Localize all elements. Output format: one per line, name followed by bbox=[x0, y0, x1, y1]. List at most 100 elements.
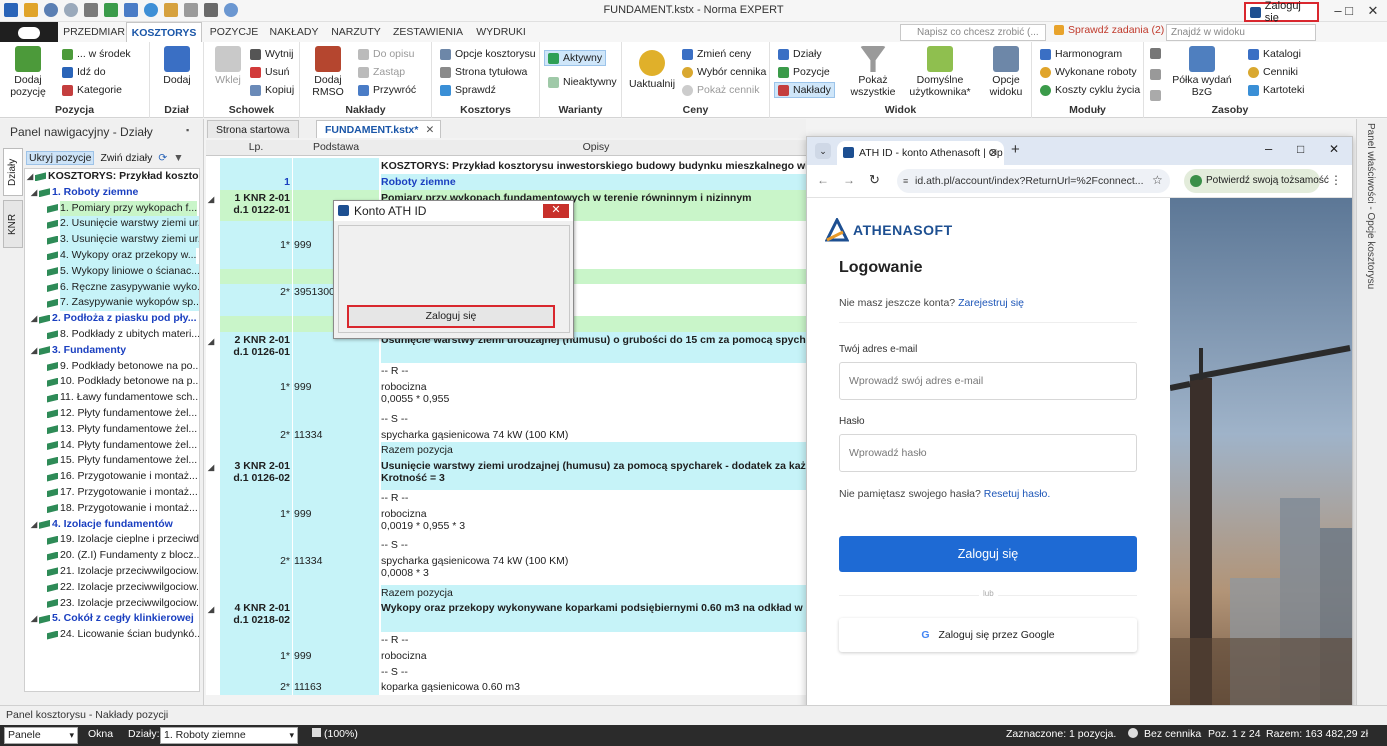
tree-root[interactable]: ◢ KOSZTORYS: Przykład koszto... bbox=[25, 169, 199, 185]
cell-opis[interactable]: -- S -- bbox=[381, 666, 806, 678]
tree-section[interactable]: ◢ 1. Roboty ziemne bbox=[25, 185, 199, 201]
resources-panel-title[interactable]: Panel kosztorysu - Nakłady pozycji bbox=[0, 705, 1387, 725]
folder-icon[interactable] bbox=[24, 3, 38, 17]
expand-arrow-icon[interactable]: ◢ bbox=[208, 604, 214, 616]
change-prices-button[interactable]: Zmień ceny bbox=[682, 48, 751, 60]
view-sections-button[interactable]: Działy bbox=[778, 48, 822, 60]
grid-row[interactable]: KOSZTORYS: Przykład kosztorysu inwestors… bbox=[206, 158, 806, 174]
cell-opis[interactable]: koparka gąsienicowa 0.60 m3 bbox=[381, 681, 806, 693]
add-section-button[interactable]: Dodaj bbox=[156, 46, 198, 86]
tab-zestawienia[interactable]: ZESTAWIENIA bbox=[388, 22, 468, 42]
tree-position[interactable]: 6. Ręczne zasypywanie wyko... bbox=[25, 279, 199, 296]
gear-small-icon[interactable] bbox=[1150, 69, 1161, 80]
expand-arrow-icon[interactable]: ◢ bbox=[27, 169, 35, 185]
vtab-knr[interactable]: KNR bbox=[3, 200, 23, 248]
calculator-icon[interactable] bbox=[104, 3, 118, 17]
cell-podstawa[interactable]: 11334 bbox=[293, 429, 379, 441]
cell-opis[interactable]: -- R -- bbox=[381, 492, 806, 504]
tree-position[interactable]: 22. Izolacje przeciwwilgociow... bbox=[25, 580, 199, 596]
register-link[interactable]: Zarejestruj się bbox=[958, 297, 1024, 309]
tab-start-page[interactable]: Strona startowa bbox=[207, 120, 299, 138]
cell-opis[interactable]: Wykopy oraz przekopy wykonywane koparkam… bbox=[381, 602, 806, 614]
expand-arrow-icon[interactable]: ◢ bbox=[208, 462, 214, 474]
tree-position[interactable]: 2. Usunięcie warstwy ziemi ur... bbox=[25, 216, 199, 233]
cell-lp[interactable]: 1 KNR 2-01 d.1 0122-01 bbox=[220, 192, 292, 216]
expand-arrow-icon[interactable]: ◢ bbox=[31, 611, 39, 627]
password-field[interactable]: Wprowadź hasło bbox=[839, 434, 1137, 472]
tree-position[interactable]: 13. Płyty fundamentowe żel... bbox=[25, 422, 199, 438]
tab-wydruki[interactable]: WYDRUKI bbox=[470, 22, 532, 42]
refresh-icon[interactable]: ⟳ bbox=[158, 152, 167, 164]
grid-row[interactable]: 2* 11334 spycharka gąsienicowa 74 kW (100 … bbox=[206, 426, 806, 443]
tree-position[interactable]: 4. Wykopy oraz przekopy w... bbox=[25, 247, 199, 264]
col-opisy[interactable]: Opisy bbox=[381, 141, 811, 153]
grid-row[interactable]: 1* 999 robocizna bbox=[206, 647, 806, 664]
expand-arrow-icon[interactable]: ◢ bbox=[208, 336, 214, 348]
lifecycle-costs-button[interactable]: Koszty cyklu życia bbox=[1040, 84, 1140, 96]
cell-lp[interactable]: 4 KNR 2-01 d.1 0218-02 bbox=[220, 602, 292, 626]
tab-list-icon[interactable]: ⌄ bbox=[815, 143, 831, 159]
tasks-button[interactable]: Sprawdź zadania (2) bbox=[1054, 24, 1164, 36]
tab-naklady[interactable]: NAKŁADY bbox=[264, 22, 324, 42]
globe-icon[interactable] bbox=[144, 3, 158, 17]
close-icon[interactable]: ✕ bbox=[1358, 0, 1387, 22]
cell-opis[interactable]: Usunięcie warstwy ziemi urodzajnej (humu… bbox=[381, 460, 806, 484]
verify-identity-chip[interactable]: Potwierdź swoją tożsamość bbox=[1184, 169, 1329, 193]
cell-podstawa[interactable]: 11334 bbox=[293, 555, 379, 567]
grid-row[interactable]: 1 Roboty ziemne bbox=[206, 173, 806, 190]
reload-icon[interactable]: ↻ bbox=[869, 172, 880, 188]
tree-position[interactable]: 23. Izolacje przeciwwilgociow... bbox=[25, 596, 199, 612]
document-icon[interactable] bbox=[184, 3, 198, 17]
cell-lp[interactable]: 2* bbox=[220, 286, 292, 298]
tree-position[interactable]: 10. Podkłady betonowe na p... bbox=[25, 374, 199, 390]
schedule-button[interactable]: Harmonogram bbox=[1040, 48, 1122, 60]
dialog-close-icon[interactable]: ✕ bbox=[543, 204, 569, 218]
cell-lp[interactable]: 1* bbox=[220, 508, 292, 520]
completed-works-button[interactable]: Wykonane roboty bbox=[1040, 66, 1137, 78]
properties-panel-collapsed[interactable]: Panel właściwości - Opcje kosztorysu bbox=[1356, 119, 1387, 705]
tree-section[interactable]: ◢ 4. Izolacje fundamentów bbox=[25, 517, 199, 533]
dialog-login-button[interactable]: Zaloguj się bbox=[347, 305, 555, 328]
layout-icon[interactable] bbox=[204, 3, 218, 17]
tree-section[interactable]: ◢ 2. Podłoża z piasku pod pły... bbox=[25, 311, 199, 327]
restore-button[interactable]: Przywróć bbox=[358, 84, 416, 96]
new-tab-icon[interactable]: + bbox=[1011, 141, 1020, 158]
close-tab-icon[interactable]: ✕ bbox=[426, 121, 435, 139]
site-info-icon[interactable]: ≡ bbox=[903, 169, 908, 193]
cell-opis[interactable]: -- R -- bbox=[381, 634, 806, 646]
grid-row[interactable]: -- R -- bbox=[206, 489, 806, 506]
browser-close-icon[interactable]: ✕ bbox=[1329, 142, 1339, 156]
tree-position[interactable]: 8. Podkłady z ubitych materi... bbox=[25, 327, 199, 343]
choose-pricelist-button[interactable]: Wybór cennika bbox=[682, 66, 766, 78]
expand-arrow-icon[interactable]: ◢ bbox=[31, 185, 39, 201]
grid-row[interactable]: 1* 999 robocizna 0,0019 * 0,955 * 3 bbox=[206, 505, 806, 538]
paste-button[interactable]: Wklej bbox=[210, 46, 246, 86]
tab-plik[interactable] bbox=[0, 22, 58, 42]
bookmark-star-icon[interactable]: ☆ bbox=[1152, 173, 1163, 187]
cell-lp[interactable]: 2 KNR 2-01 d.1 0126-01 bbox=[220, 334, 292, 358]
cell-podstawa[interactable]: 999 bbox=[293, 650, 379, 662]
cell-opis[interactable]: KOSZTORYS: Przykład kosztorysu inwestors… bbox=[381, 160, 806, 172]
cell-opis[interactable]: robocizna 0,0055 * 0,955 bbox=[381, 381, 806, 405]
tree-position[interactable]: 12. Płyty fundamentowe żel... bbox=[25, 406, 199, 422]
cell-podstawa[interactable]: 11163 bbox=[293, 681, 379, 693]
cell-opis[interactable]: robocizna 0,0019 * 0,955 * 3 bbox=[381, 508, 806, 532]
undo-icon[interactable] bbox=[44, 3, 58, 17]
tell-me-search-input[interactable]: Napisz co chcesz zrobić (... bbox=[900, 24, 1046, 41]
expand-arrow-icon[interactable]: ◢ bbox=[31, 517, 39, 533]
cell-lp[interactable]: 2* bbox=[220, 681, 292, 693]
grid-row[interactable]: Razem pozycja bbox=[206, 584, 806, 601]
cut-button[interactable]: Wytnij bbox=[250, 48, 294, 60]
browser-tab[interactable]: ATH ID - konto Athenasoft | Op ✕ bbox=[837, 141, 1004, 165]
grid-row[interactable]: 2* 11163 koparka gąsienicowa 0.60 m3 bbox=[206, 679, 806, 695]
tree-position[interactable]: 15. Płyty fundamentowe żel... bbox=[25, 453, 199, 469]
save-icon[interactable] bbox=[4, 3, 18, 17]
add-rmso-button[interactable]: Dodaj RMSO bbox=[308, 46, 348, 98]
tree-position[interactable]: 21. Izolacje przeciwwilgociow... bbox=[25, 564, 199, 580]
update-prices-button[interactable]: Uaktualnij bbox=[626, 50, 678, 90]
pricelists-button[interactable]: Cenniki bbox=[1248, 66, 1298, 78]
estimate-options-button[interactable]: Opcje kosztorysu bbox=[440, 48, 536, 60]
show-pricelist-button[interactable]: Pokaż cennik bbox=[682, 84, 759, 96]
forward-icon[interactable]: → bbox=[843, 173, 855, 187]
expand-arrow-icon[interactable]: ◢ bbox=[31, 343, 39, 359]
